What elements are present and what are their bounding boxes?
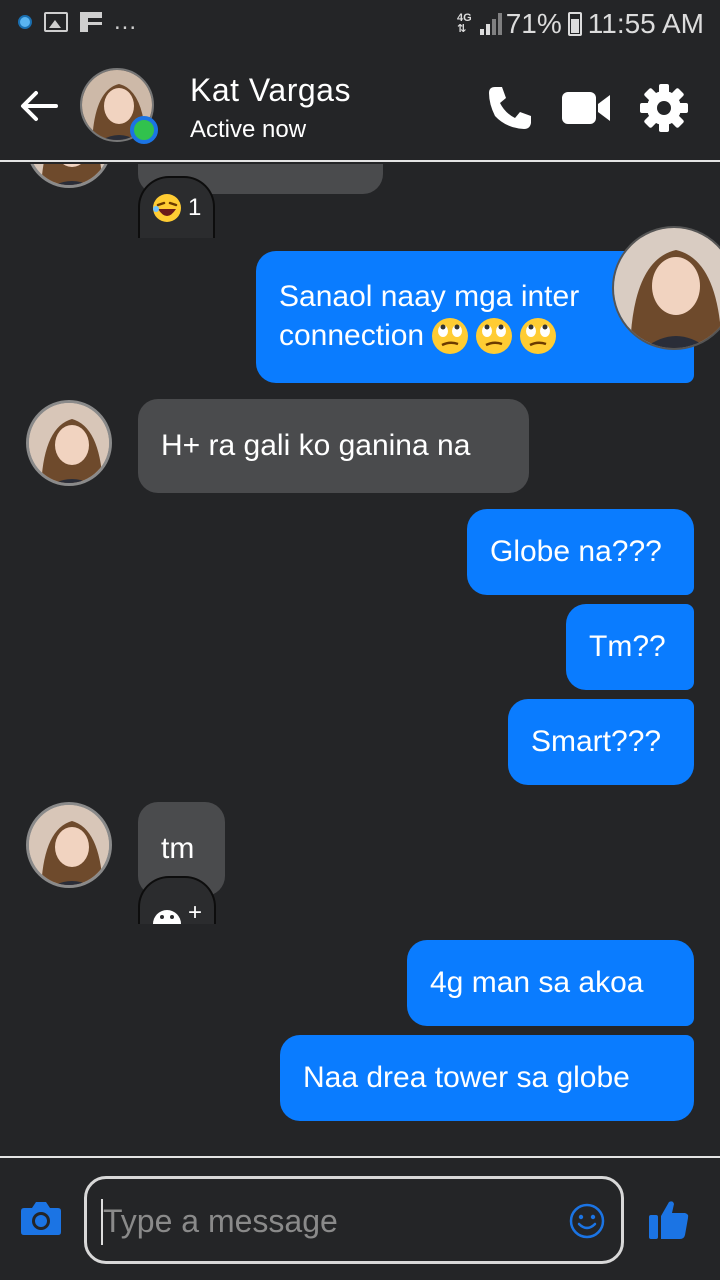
- contact-avatar-small[interactable]: [26, 164, 112, 188]
- message-text: Naa drea tower sa globe: [303, 1061, 630, 1094]
- message-text: H+ ra gali ko ganina na: [161, 429, 471, 462]
- contact-name[interactable]: Kat Vargas: [190, 72, 351, 109]
- online-indicator: [130, 116, 158, 144]
- gear-icon[interactable]: [638, 82, 690, 134]
- message-text: Smart???: [531, 725, 662, 758]
- flipboard-icon: [80, 12, 102, 32]
- emoji-face-icon: [153, 910, 181, 924]
- network-type: 4G ⇅: [457, 12, 472, 35]
- outgoing-message[interactable]: Tm??: [566, 604, 694, 690]
- system-status: 4G ⇅ 71% 11:55 AM: [457, 8, 704, 40]
- outgoing-message[interactable]: Naa drea tower sa globe: [280, 1035, 694, 1121]
- battery-percent: 71%: [505, 8, 562, 39]
- laughing-emoji-icon: [153, 194, 181, 222]
- more-notifications-indicator: ...: [114, 8, 138, 35]
- presence-status: Active now: [190, 116, 307, 143]
- camera-icon[interactable]: [20, 1200, 62, 1236]
- outgoing-message[interactable]: Globe na???: [467, 509, 694, 595]
- message-text: connection: [279, 319, 425, 352]
- message-text: 4g man sa akoa: [430, 966, 644, 999]
- back-arrow-icon[interactable]: [16, 84, 60, 128]
- message-text: Sanaol naay mga inter: [279, 280, 580, 313]
- gallery-icon: [44, 12, 68, 32]
- message-composer: Type a message: [0, 1156, 720, 1280]
- message-reaction[interactable]: 1: [138, 176, 216, 238]
- app-notification-icon: [18, 15, 32, 29]
- clock: 11:55 AM: [587, 8, 704, 39]
- contact-avatar-small[interactable]: [26, 400, 112, 486]
- phone-icon[interactable]: [484, 82, 536, 134]
- battery-icon: [567, 12, 582, 36]
- contact-avatar-small[interactable]: [26, 802, 112, 888]
- message-text: Globe na???: [490, 535, 662, 568]
- message-text: tm: [161, 832, 195, 865]
- outgoing-message[interactable]: Smart???: [508, 699, 694, 785]
- thumbs-up-icon[interactable]: [648, 1198, 690, 1240]
- incoming-message[interactable]: H+ ra gali ko ganina na: [138, 399, 529, 493]
- message-list[interactable]: 1 Sanaol naay mga inter connection H+ ra…: [0, 164, 720, 1156]
- message-text: Tm??: [589, 630, 666, 663]
- message-input[interactable]: Type a message: [84, 1176, 624, 1264]
- reaction-count: +: [188, 899, 203, 926]
- reaction-count: 1: [188, 194, 202, 221]
- video-camera-icon[interactable]: [560, 82, 612, 134]
- outgoing-message[interactable]: 4g man sa akoa: [407, 940, 694, 1026]
- rolling-eyes-emoji-icon: [432, 318, 557, 354]
- smiley-icon[interactable]: [569, 1203, 605, 1239]
- signal-icon: [478, 13, 502, 35]
- status-bar: ... 4G ⇅ 71% 11:55 AM: [0, 0, 720, 50]
- notification-icons: ...: [18, 8, 138, 35]
- conversation-header: Kat Vargas Active now: [0, 50, 720, 162]
- message-reaction[interactable]: +: [138, 876, 217, 926]
- message-input-placeholder: Type a message: [103, 1203, 338, 1239]
